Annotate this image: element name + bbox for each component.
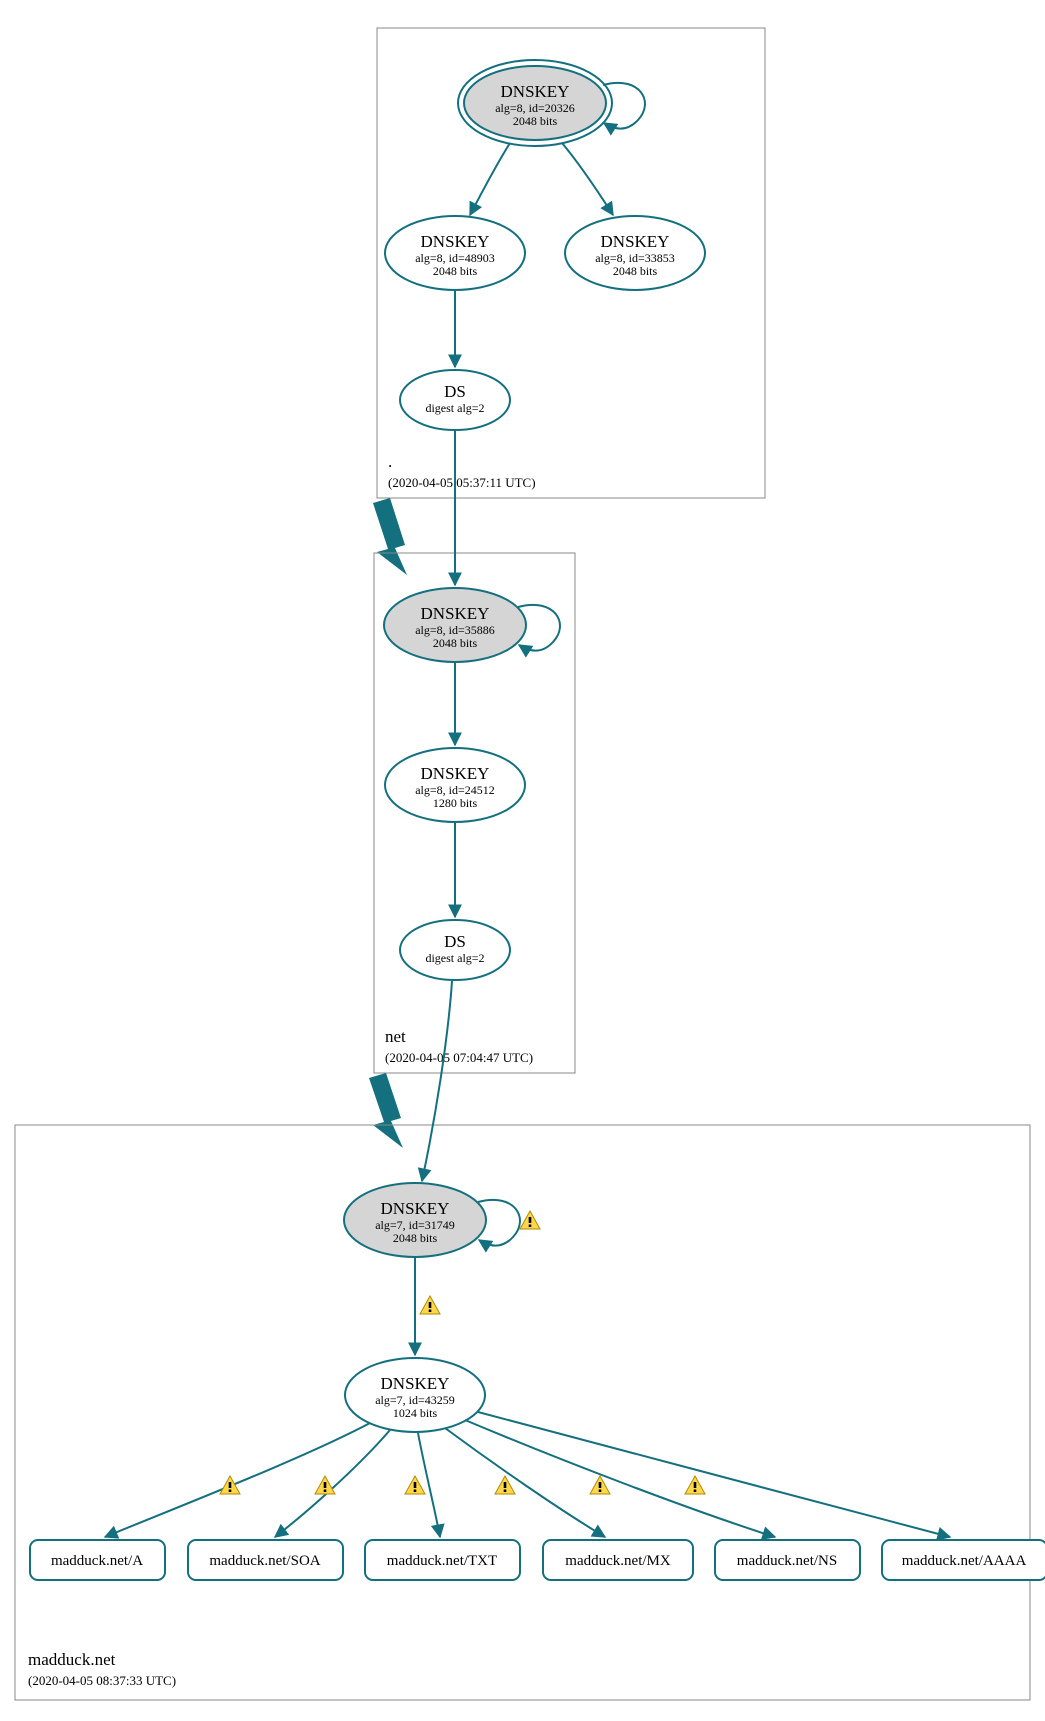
warning-icon	[685, 1476, 705, 1494]
node-net-ds-title: DS	[444, 932, 466, 951]
rr-soa-label: madduck.net/SOA	[209, 1553, 320, 1569]
node-net-ksk: DNSKEY alg=8, id=35886 2048 bits	[384, 588, 526, 662]
rr-a-label: madduck.net/A	[51, 1553, 143, 1569]
zone-box-madduck	[15, 1125, 1030, 1700]
node-root-ksk-title: DNSKEY	[501, 82, 570, 101]
rr-txt-label: madduck.net/TXT	[387, 1553, 497, 1569]
node-mad-ksk-title: DNSKEY	[381, 1199, 450, 1218]
node-root-zsk1-line1: alg=8, id=48903	[415, 251, 495, 265]
rr-aaaa: madduck.net/AAAA	[882, 1540, 1045, 1580]
rr-soa: madduck.net/SOA	[188, 1540, 343, 1580]
warning-icon	[220, 1476, 240, 1494]
zone-arrow-root-net	[373, 498, 407, 575]
edge-rootksk-zsk2	[562, 143, 613, 215]
node-root-zsk2-title: DNSKEY	[601, 232, 670, 251]
zone-madduck-name: madduck.net	[28, 1650, 116, 1669]
node-mad-ksk-line2: 2048 bits	[393, 1231, 438, 1245]
node-madduck-zsk: DNSKEY alg=7, id=43259 1024 bits	[345, 1358, 485, 1432]
zone-root-timestamp: (2020-04-05 05:37:11 UTC)	[388, 475, 536, 490]
node-root-ksk-line1: alg=8, id=20326	[495, 101, 575, 115]
node-root-zsk1-title: DNSKEY	[421, 232, 490, 251]
edge-madzsk-aaaa	[478, 1412, 950, 1537]
rr-ns: madduck.net/NS	[715, 1540, 860, 1580]
node-net-ksk-title: DNSKEY	[421, 604, 490, 623]
node-mad-ksk-line1: alg=7, id=31749	[375, 1218, 455, 1232]
warning-icon	[590, 1476, 610, 1494]
node-root-zsk2-line1: alg=8, id=33853	[595, 251, 675, 265]
node-net-zsk-title: DNSKEY	[421, 764, 490, 783]
rr-mx-label: madduck.net/MX	[565, 1553, 671, 1569]
node-root-ds-line1: digest alg=2	[425, 401, 484, 415]
rr-ns-label: madduck.net/NS	[737, 1553, 837, 1569]
zone-madduck-timestamp: (2020-04-05 08:37:33 UTC)	[28, 1673, 176, 1688]
node-root-ksk: DNSKEY alg=8, id=20326 2048 bits	[458, 60, 612, 146]
node-net-zsk-line1: alg=8, id=24512	[415, 783, 495, 797]
node-mad-zsk-line2: 1024 bits	[393, 1406, 438, 1420]
zone-net-name: net	[385, 1027, 406, 1046]
zone-root-name: .	[388, 452, 392, 471]
node-root-zsk-48903: DNSKEY alg=8, id=48903 2048 bits	[385, 216, 525, 290]
edge-madzsk-soa	[275, 1430, 390, 1537]
node-madduck-ksk: DNSKEY alg=7, id=31749 2048 bits	[344, 1183, 486, 1257]
edge-rootksk-zsk1	[470, 143, 510, 215]
node-net-zsk: DNSKEY alg=8, id=24512 1280 bits	[385, 748, 525, 822]
node-net-zsk-line2: 1280 bits	[433, 796, 478, 810]
node-net-ksk-line1: alg=8, id=35886	[415, 623, 495, 637]
warning-icon	[315, 1476, 335, 1494]
warning-icon	[495, 1476, 515, 1494]
node-root-zsk2-line2: 2048 bits	[613, 264, 658, 278]
node-mad-zsk-line1: alg=7, id=43259	[375, 1393, 455, 1407]
dnssec-diagram: . (2020-04-05 05:37:11 UTC) DNSKEY alg=8…	[0, 0, 1045, 1721]
rr-mx: madduck.net/MX	[543, 1540, 693, 1580]
node-net-ksk-line2: 2048 bits	[433, 636, 478, 650]
node-root-ksk-line2: 2048 bits	[513, 114, 558, 128]
rr-aaaa-label: madduck.net/AAAA	[902, 1553, 1027, 1569]
warning-icon	[520, 1211, 540, 1229]
warning-icon	[420, 1296, 440, 1314]
node-mad-zsk-title: DNSKEY	[381, 1374, 450, 1393]
node-net-ds: DS digest alg=2	[400, 920, 510, 980]
rr-a: madduck.net/A	[30, 1540, 165, 1580]
node-root-zsk1-line2: 2048 bits	[433, 264, 478, 278]
edge-netds-madksk	[422, 981, 452, 1181]
node-root-ds: DS digest alg=2	[400, 370, 510, 430]
edge-madzsk-txt	[418, 1433, 440, 1537]
node-net-ds-line1: digest alg=2	[425, 951, 484, 965]
node-root-zsk-33853: DNSKEY alg=8, id=33853 2048 bits	[565, 216, 705, 290]
rr-txt: madduck.net/TXT	[365, 1540, 520, 1580]
node-root-ds-title: DS	[444, 382, 466, 401]
warning-icon	[405, 1476, 425, 1494]
zone-net-timestamp: (2020-04-05 07:04:47 UTC)	[385, 1050, 533, 1065]
zone-arrow-net-madduck	[369, 1073, 403, 1148]
edge-madzsk-a	[105, 1423, 370, 1537]
